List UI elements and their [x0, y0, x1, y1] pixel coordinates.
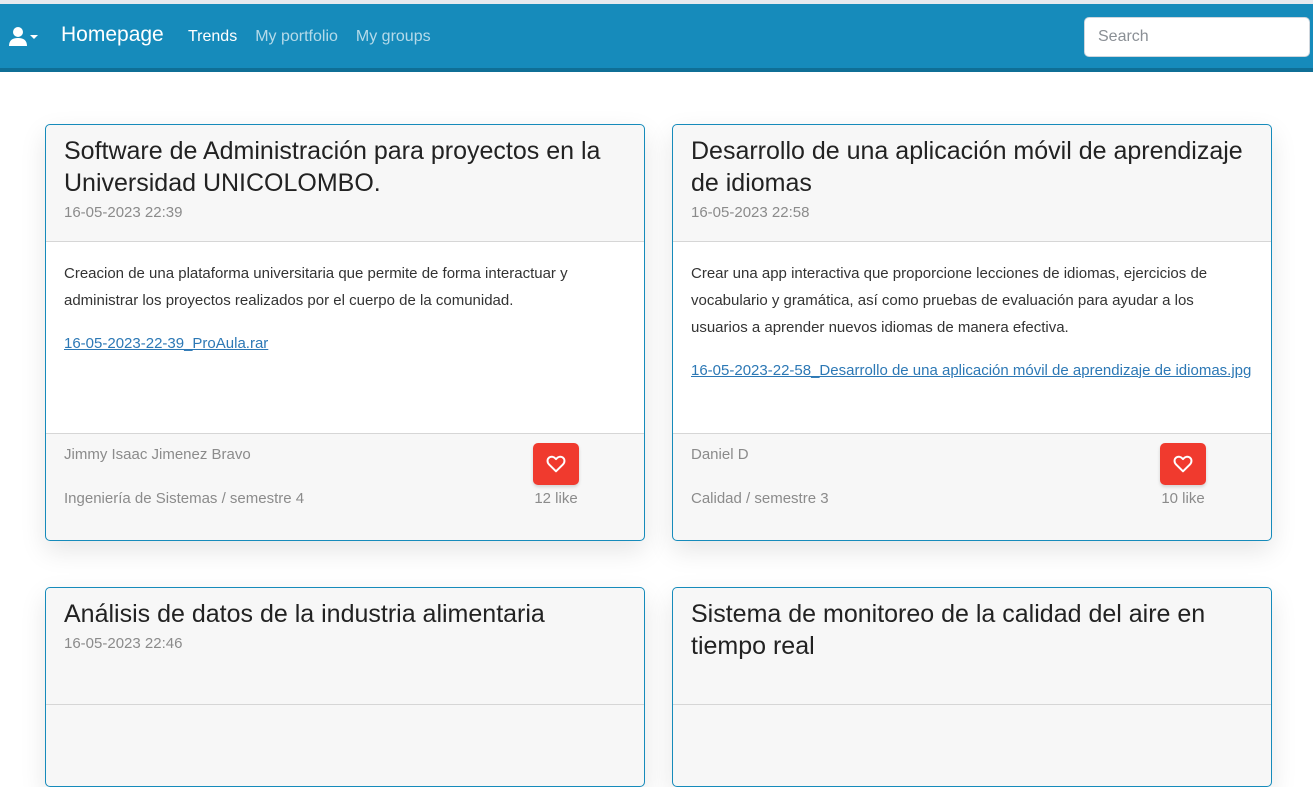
card-body: Creacion de una plataforma universitaria…	[46, 242, 644, 434]
nav-link-trends[interactable]: Trends	[188, 28, 237, 46]
like-count: 10 like	[1161, 490, 1205, 507]
heart-icon	[546, 455, 566, 473]
user-icon	[9, 27, 38, 46]
card-footer: Jimmy Isaac Jimenez Bravo Ingeniería de …	[46, 434, 644, 540]
brand-homepage-link[interactable]: Homepage	[61, 23, 164, 47]
search-input[interactable]	[1084, 17, 1310, 57]
project-title: Desarrollo de una aplicación móvil de ap…	[691, 137, 1243, 197]
project-title: Software de Administración para proyecto…	[64, 137, 601, 197]
project-file-link[interactable]: 16-05-2023-22-58_Desarrollo de una aplic…	[691, 357, 1253, 384]
project-file-link[interactable]: 16-05-2023-22-39_ProAula.rar	[64, 330, 626, 357]
card-header: Análisis de datos de la industria alimen…	[46, 588, 644, 705]
like-button[interactable]	[533, 443, 579, 485]
heart-icon	[1173, 455, 1193, 473]
author-name: Jimmy Isaac Jimenez Bravo	[64, 446, 251, 463]
project-card: Análisis de datos de la industria alimen…	[45, 587, 645, 787]
project-card: Sistema de monitoreo de la calidad del a…	[672, 587, 1272, 787]
nav-links: Trends My portfolio My groups	[188, 28, 449, 46]
project-title: Sistema de monitoreo de la calidad del a…	[691, 600, 1206, 660]
project-description: Creacion de una plataforma universitaria…	[64, 265, 568, 309]
project-title: Análisis de datos de la industria alimen…	[64, 600, 545, 628]
user-menu-toggle[interactable]	[8, 26, 42, 50]
project-description: Crear una app interactiva que proporcion…	[691, 265, 1208, 336]
card-body: Crear una app interactiva que proporcion…	[673, 242, 1271, 434]
card-footer: Daniel D Calidad / semestre 3 10 like	[673, 434, 1271, 540]
project-date: 16-05-2023 22:39	[64, 204, 183, 221]
like-count: 12 like	[534, 490, 578, 507]
card-header: Sistema de monitoreo de la calidad del a…	[673, 588, 1271, 705]
author-name: Daniel D	[691, 446, 749, 463]
card-header: Software de Administración para proyecto…	[46, 125, 644, 242]
card-header: Desarrollo de una aplicación móvil de ap…	[673, 125, 1271, 242]
project-date: 16-05-2023 22:58	[691, 204, 810, 221]
project-date: 16-05-2023 22:46	[64, 635, 183, 652]
project-card: Software de Administración para proyecto…	[45, 124, 645, 541]
like-button[interactable]	[1160, 443, 1206, 485]
author-program: Ingeniería de Sistemas / semestre 4	[64, 490, 305, 507]
author-program: Calidad / semestre 3	[691, 490, 829, 507]
caret-down-icon	[30, 35, 38, 39]
project-card: Desarrollo de una aplicación móvil de ap…	[672, 124, 1272, 541]
nav-link-my-groups[interactable]: My groups	[356, 28, 431, 46]
nav-link-my-portfolio[interactable]: My portfolio	[255, 28, 338, 46]
navbar: Homepage Trends My portfolio My groups	[0, 4, 1313, 72]
